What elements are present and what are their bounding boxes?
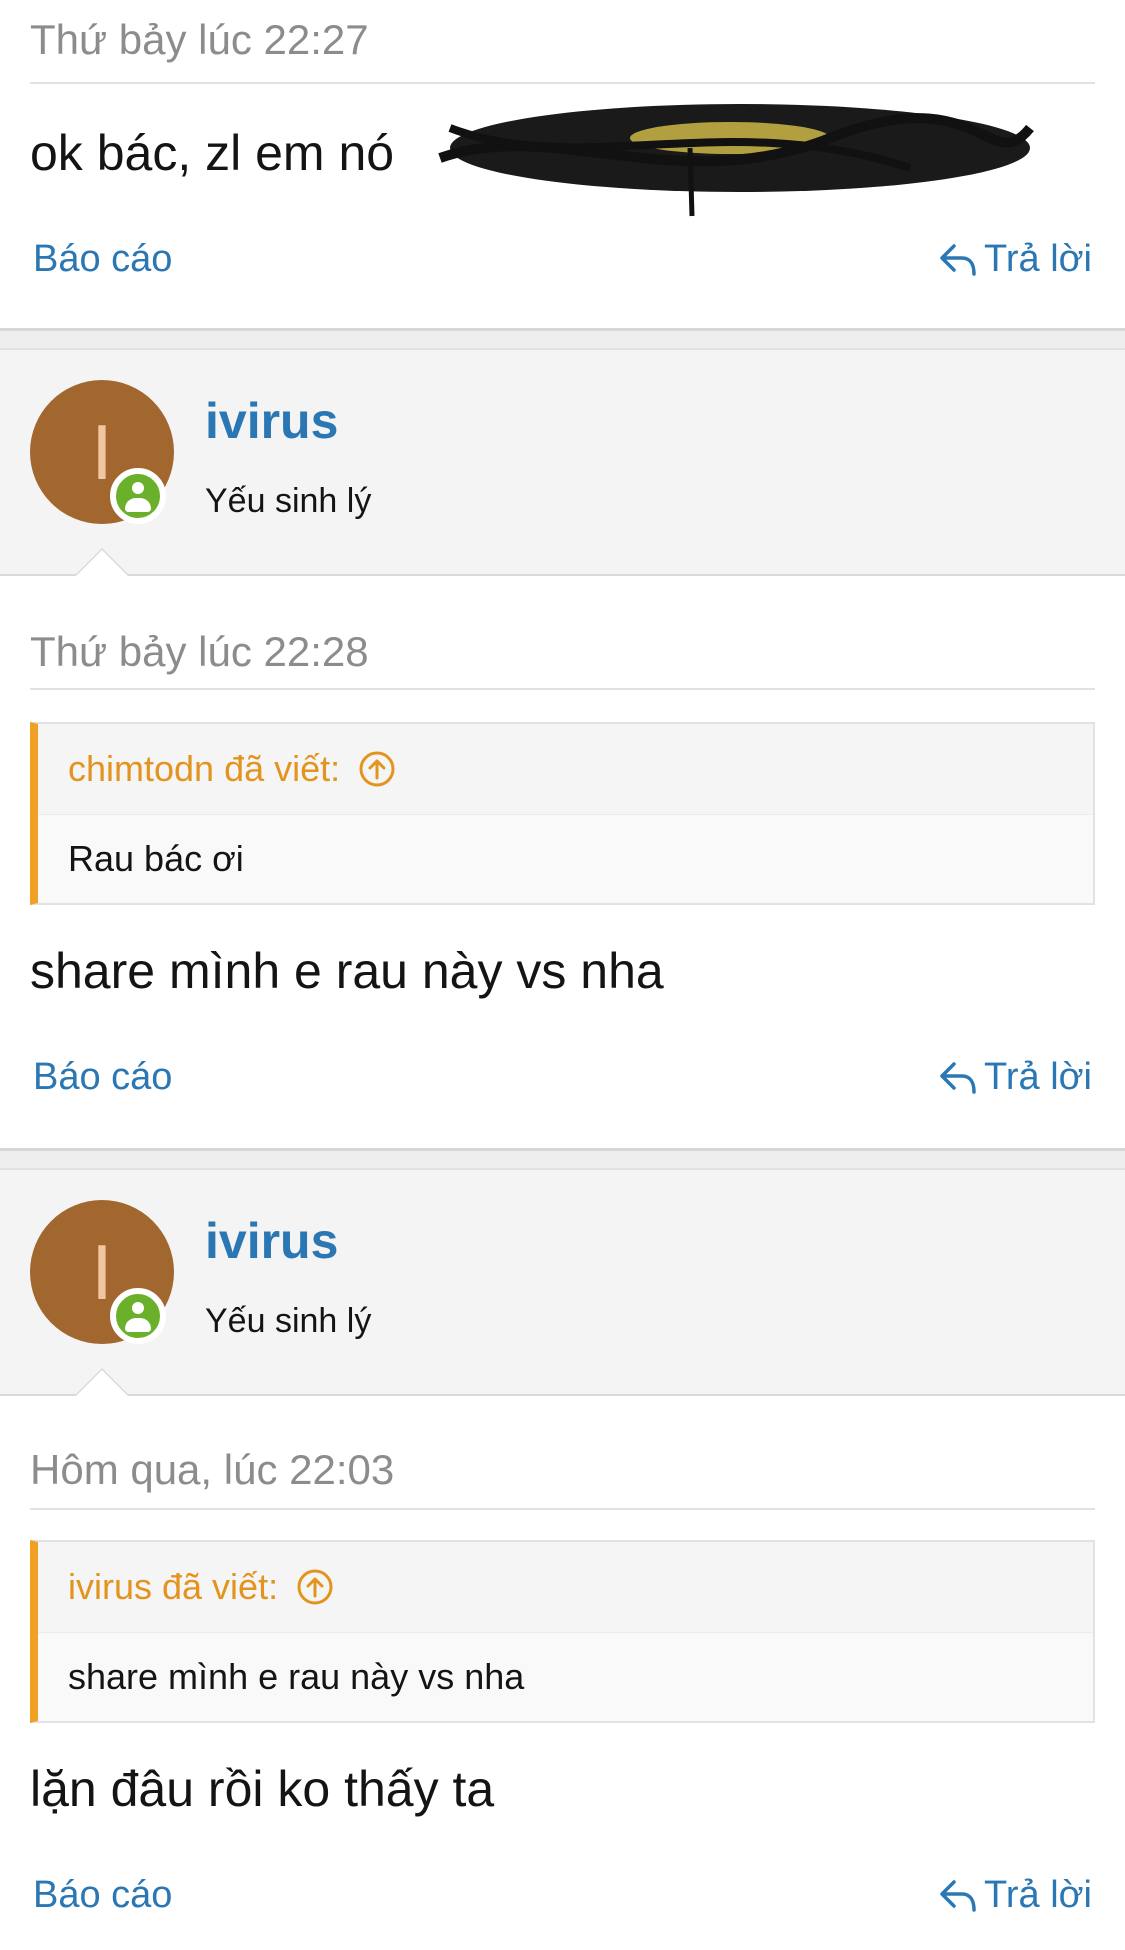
user-online-icon	[110, 468, 166, 524]
quote-text: share mình e rau này vs nha	[38, 1632, 1093, 1721]
user-header: I ivirus Yếu sinh lý	[0, 1170, 1125, 1396]
reply-label: Trả lời	[984, 1874, 1092, 1916]
quote-block: ivirus đã viết: share mình e rau này vs …	[30, 1540, 1095, 1723]
arrow-up-circle-icon[interactable]	[296, 1568, 334, 1606]
post-date: Thứ bảy lúc 22:28	[30, 628, 369, 675]
reply-arrow-icon	[940, 243, 976, 276]
username[interactable]: ivirus	[205, 392, 338, 450]
quote-block: chimtodn đã viết: Rau bác ơi	[30, 722, 1095, 905]
reply-link[interactable]: Trả lời	[938, 238, 1092, 281]
report-label: Báo cáo	[33, 238, 173, 280]
reply-link[interactable]: Trả lời	[938, 1056, 1092, 1099]
post-message: share mình e rau này vs nha	[30, 943, 664, 999]
quote-header[interactable]: ivirus đã viết:	[38, 1542, 1093, 1632]
quote-text: Rau bác ơi	[38, 814, 1093, 903]
user-title: Yếu sinh lý	[205, 482, 372, 520]
reply-label: Trả lời	[984, 238, 1092, 280]
avatar-letter: I	[91, 1227, 113, 1316]
arrow-up-circle-icon[interactable]	[358, 750, 396, 788]
reply-arrow-icon	[940, 1061, 976, 1094]
post-separator	[0, 1148, 1125, 1170]
reply-link[interactable]: Trả lời	[938, 1874, 1092, 1917]
quote-author: chimtodn đã viết:	[68, 748, 341, 789]
report-link[interactable]: Báo cáo	[33, 238, 172, 281]
report-link[interactable]: Báo cáo	[33, 1874, 172, 1917]
post-1: Thứ bảy lúc 22:27 ok bác, zl em nó Báo c…	[0, 0, 1125, 328]
post-date: Thứ bảy lúc 22:27	[30, 16, 369, 63]
post-message: ok bác, zl em nó	[30, 125, 395, 181]
post-divider	[30, 1508, 1095, 1510]
avatar-letter: I	[91, 407, 113, 496]
post-message: lặn đâu rồi ko thấy ta	[30, 1761, 495, 1817]
quote-header[interactable]: chimtodn đã viết:	[38, 724, 1093, 814]
report-label: Báo cáo	[33, 1874, 173, 1916]
post-divider	[30, 688, 1095, 690]
post-divider	[30, 82, 1095, 84]
user-header: I ivirus Yếu sinh lý	[0, 350, 1125, 576]
user-title: Yếu sinh lý	[205, 1302, 372, 1340]
post-2: Thứ bảy lúc 22:28 chimtodn đã viết: Rau …	[0, 576, 1125, 1148]
report-label: Báo cáo	[33, 1056, 173, 1098]
user-online-icon	[110, 1288, 166, 1344]
report-link[interactable]: Báo cáo	[33, 1056, 172, 1099]
post-3: Hôm qua, lúc 22:03 ivirus đã viết: share…	[0, 1396, 1125, 1950]
redaction-scribble	[438, 104, 1034, 217]
reply-label: Trả lời	[984, 1056, 1092, 1098]
reply-arrow-icon	[940, 1879, 976, 1912]
quote-author: ivirus đã viết:	[68, 1566, 279, 1607]
username[interactable]: ivirus	[205, 1212, 338, 1270]
post-separator	[0, 328, 1125, 350]
post-date: Hôm qua, lúc 22:03	[30, 1446, 395, 1493]
